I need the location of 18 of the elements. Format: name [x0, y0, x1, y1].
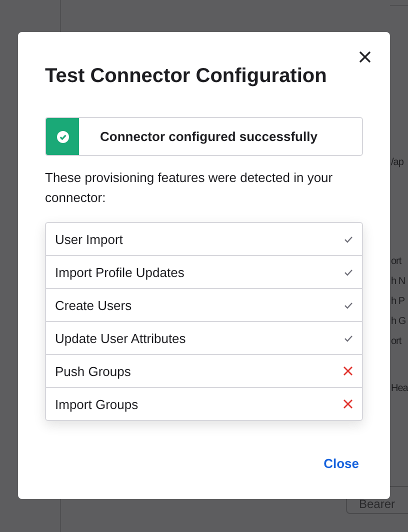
feature-label: Create Users — [55, 298, 132, 312]
background-text: /ap — [391, 156, 404, 170]
background-text: h N — [391, 275, 406, 289]
background-text: ort — [391, 335, 402, 349]
background-text: Hea — [391, 382, 408, 396]
close-link[interactable]: Close — [324, 456, 359, 471]
background-text: h G — [391, 315, 406, 329]
dialog-title: Test Connector Configuration — [45, 64, 328, 88]
banner-message: Connector configured successfully — [100, 129, 318, 144]
feature-label: Push Groups — [55, 364, 131, 378]
background-text: ort — [391, 255, 402, 269]
feature-label: User Import — [55, 232, 123, 246]
feature-label: Import Profile Updates — [55, 264, 184, 280]
feature-label: Import Groups — [55, 396, 138, 412]
feature-label: Update User Attributes — [55, 330, 186, 346]
description-text: These provisioning features were detected in your connector: — [45, 169, 334, 207]
background-text: h P — [391, 295, 405, 309]
close-icon[interactable] — [358, 50, 372, 64]
